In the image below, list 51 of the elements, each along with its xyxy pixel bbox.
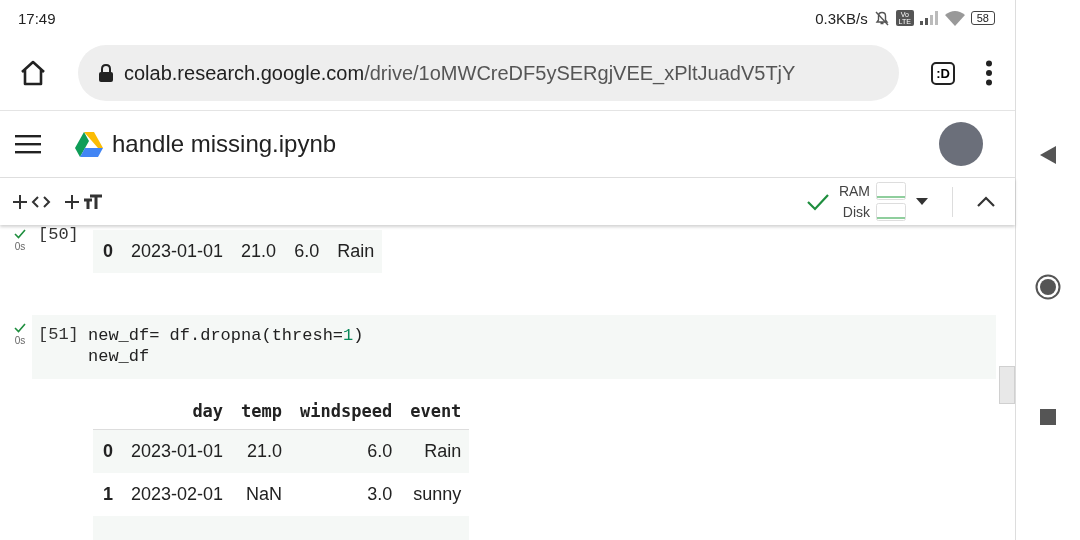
execution-count: [51] [38, 325, 80, 346]
table-cell: sunny [400, 473, 470, 516]
home-circle-icon[interactable] [1035, 274, 1061, 300]
network-speed: 0.3KB/s [815, 9, 868, 27]
add-code-button[interactable] [12, 192, 52, 211]
table-cell: Rain [327, 230, 383, 273]
row-index: 0 [93, 429, 121, 473]
recents-square-icon[interactable] [1040, 409, 1056, 426]
collapse-chevron-icon[interactable] [977, 196, 995, 207]
notebook-title[interactable]: handle missing.ipynb [112, 130, 337, 158]
code-editor[interactable]: new_df= df.dropna(thresh=1) new_df [88, 325, 364, 367]
table-cell: 2023-02-01 [121, 473, 232, 516]
add-text-button[interactable] [64, 192, 104, 211]
table-cell: 6.0 [290, 429, 401, 473]
table-cell: 2023-01-01 [121, 230, 232, 273]
more-options-icon[interactable] [985, 60, 993, 86]
column-header: temp [231, 393, 291, 430]
row-index: 0 [93, 230, 121, 273]
table-cell: NaN [231, 473, 291, 516]
table-cell: Rain [400, 429, 470, 473]
avatar-circle[interactable] [939, 122, 983, 166]
table-cell: 3.0 [290, 473, 401, 516]
scrollbar-thumb[interactable] [999, 366, 1015, 404]
code-line: new_df= df.dropna(thresh=1) [88, 325, 364, 346]
column-header: windspeed [290, 393, 401, 430]
run-time: 0s [14, 335, 26, 346]
column-header: event [400, 393, 470, 430]
run-time: 0s [14, 241, 26, 252]
menu-icon[interactable] [15, 134, 41, 154]
table-cell: 21.0 [231, 429, 291, 473]
resource-meter-icon [876, 203, 906, 221]
drive-logo-icon [74, 131, 104, 157]
tab-switcher-button[interactable]: :D [931, 61, 955, 85]
address-bar[interactable]: colab.research.google.com/drive/1oMWCreDF5ySERgjVEE_xPltJuadV5TjY [78, 45, 900, 101]
code-line: new_df [88, 346, 151, 367]
execution-count: [50] [38, 225, 80, 244]
resource-meter-icon [876, 182, 906, 200]
row-index: 1 [93, 473, 121, 516]
battery-indicator: 58 [970, 11, 995, 25]
wifi-icon [943, 10, 966, 26]
table-cell: 2023-01-01 [121, 429, 232, 473]
column-header: day [121, 393, 232, 430]
signal-icon [918, 11, 939, 25]
back-icon[interactable] [1039, 144, 1057, 165]
resource-label: Disk [842, 204, 870, 220]
resource-label: RAM [838, 183, 870, 199]
table-cell: 21.0 [231, 230, 285, 273]
dropdown-caret-icon[interactable] [916, 198, 928, 205]
table-cell: 6.0 [284, 230, 328, 273]
lock-icon [98, 63, 114, 83]
clock-time: 17:49 [18, 9, 56, 27]
